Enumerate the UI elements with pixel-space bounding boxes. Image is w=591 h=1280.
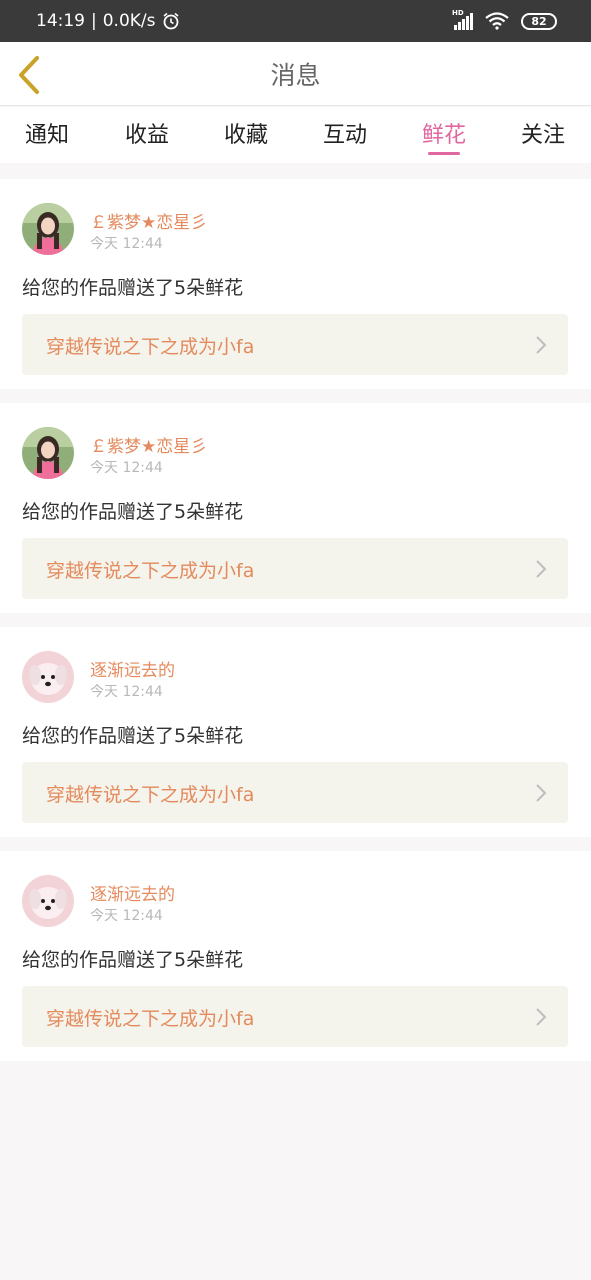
- tab-earnings[interactable]: 收益: [112, 117, 182, 149]
- wifi-icon: [485, 12, 509, 30]
- message-text: 给您的作品赠送了5朵鲜花: [22, 725, 244, 747]
- work-link[interactable]: 穿越传说之下之成为小fa: [22, 762, 568, 823]
- timestamp: 今天 12:44: [90, 908, 163, 924]
- battery-icon: 82: [521, 12, 557, 30]
- hd-label: HD: [452, 9, 464, 17]
- tab-follows[interactable]: 关注: [508, 117, 578, 149]
- chevron-right-icon: [536, 560, 547, 578]
- status-left: 14:19 | 0.0K/s: [36, 11, 180, 31]
- message-text: 给您的作品赠送了5朵鲜花: [22, 501, 244, 523]
- signal-icon: HD: [452, 9, 473, 30]
- work-link[interactable]: 穿越传说之下之成为小fa: [22, 314, 568, 375]
- chevron-right-icon: [536, 1008, 547, 1026]
- status-right: HD 82: [452, 9, 557, 30]
- timestamp: 今天 12:44: [90, 460, 163, 476]
- page-title: 消息: [270, 61, 321, 90]
- separator: |: [91, 11, 97, 31]
- avatar[interactable]: [22, 203, 74, 255]
- work-link[interactable]: 穿越传说之下之成为小fa: [22, 538, 568, 599]
- tab-flowers[interactable]: 鲜花: [409, 117, 479, 149]
- timestamp: 今天 12:44: [90, 236, 163, 252]
- avatar[interactable]: [22, 651, 74, 703]
- work-title: 穿越传说之下之成为小fa: [46, 784, 255, 806]
- avatar[interactable]: [22, 875, 74, 927]
- message-card: ￡紫梦★恋星彡 今天 12:44 给您的作品赠送了5朵鲜花 穿越传说之下之成为小…: [0, 179, 591, 389]
- back-arrow-icon: [19, 56, 39, 94]
- puppy-photo-icon: [22, 875, 74, 927]
- message-card: ￡紫梦★恋星彡 今天 12:44 给您的作品赠送了5朵鲜花 穿越传说之下之成为小…: [0, 403, 591, 613]
- work-title: 穿越传说之下之成为小fa: [46, 1008, 255, 1030]
- tab-favorites[interactable]: 收藏: [211, 117, 281, 149]
- sender-name[interactable]: ￡紫梦★恋星彡: [90, 208, 207, 233]
- sender-name[interactable]: ￡紫梦★恋星彡: [90, 432, 207, 457]
- tab-notifications[interactable]: 通知: [12, 117, 82, 149]
- alarm-icon: [163, 12, 179, 30]
- tab-interactions[interactable]: 互动: [310, 117, 380, 149]
- puppy-photo-icon: [22, 651, 74, 703]
- message-card: 逐渐远去的 今天 12:44 给您的作品赠送了5朵鲜花 穿越传说之下之成为小fa: [0, 627, 591, 837]
- work-link[interactable]: 穿越传说之下之成为小fa: [22, 986, 568, 1047]
- message-text: 给您的作品赠送了5朵鲜花: [22, 949, 244, 971]
- nav-bar: 消息: [0, 42, 591, 106]
- timestamp: 今天 12:44: [90, 684, 163, 700]
- back-button[interactable]: [14, 55, 44, 95]
- sender-name[interactable]: 逐渐远去的: [90, 656, 175, 681]
- message-text: 给您的作品赠送了5朵鲜花: [22, 277, 244, 299]
- active-tab-indicator: [428, 152, 460, 155]
- chevron-right-icon: [536, 784, 547, 802]
- message-card: 逐渐远去的 今天 12:44 给您的作品赠送了5朵鲜花 穿越传说之下之成为小fa: [0, 851, 591, 1061]
- net-speed-text: 0.0K/s: [102, 11, 156, 31]
- girl-photo-icon: [22, 427, 74, 479]
- chevron-right-icon: [536, 336, 547, 354]
- sender-name[interactable]: 逐渐远去的: [90, 880, 175, 905]
- girl-photo-icon: [22, 203, 74, 255]
- tab-bar: 通知 收益 收藏 互动 鲜花 关注: [0, 107, 591, 163]
- clock-text: 14:19: [36, 11, 85, 31]
- work-title: 穿越传说之下之成为小fa: [46, 336, 255, 358]
- battery-level: 82: [531, 14, 547, 28]
- status-bar: 14:19 | 0.0K/s HD 82: [0, 0, 591, 42]
- work-title: 穿越传说之下之成为小fa: [46, 560, 255, 582]
- avatar[interactable]: [22, 427, 74, 479]
